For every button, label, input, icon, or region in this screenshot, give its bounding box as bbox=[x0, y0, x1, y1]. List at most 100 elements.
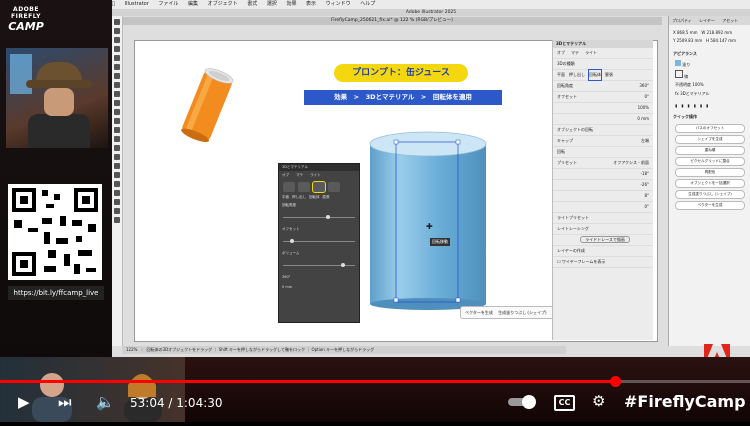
menu-item[interactable]: Illustrator bbox=[125, 1, 149, 7]
menu-item[interactable]: 表示 bbox=[306, 1, 316, 7]
menu-item[interactable]: 書式 bbox=[247, 1, 257, 7]
generative-fill-button[interactable]: 生成塗りつぶし (シェイプ) bbox=[675, 190, 745, 199]
revolve-type-button[interactable] bbox=[312, 181, 327, 193]
offset-path-button[interactable]: パスのオフセット bbox=[675, 124, 745, 133]
type-label[interactable]: 押し出し bbox=[569, 70, 585, 80]
align-bottom-icon[interactable]: ▮ bbox=[706, 103, 708, 108]
rotation-z-value[interactable]: 8° bbox=[644, 191, 649, 201]
zoom-level[interactable]: 122% bbox=[126, 347, 137, 352]
w-field[interactable]: 218.892 mm bbox=[707, 30, 733, 35]
type-label[interactable]: 平面 bbox=[557, 70, 565, 80]
play-icon[interactable]: ▶ bbox=[18, 393, 30, 411]
blue-cylinder[interactable] bbox=[364, 130, 492, 310]
tab-properties[interactable]: プロパティ bbox=[672, 18, 692, 23]
captions-button[interactable]: CC bbox=[554, 395, 575, 411]
preset-select[interactable]: オフアクシス - 前面 bbox=[613, 158, 649, 168]
generate-vector-button[interactable]: ベクターを生成 bbox=[465, 310, 493, 315]
select-same-button[interactable]: オブジェクトを一括選択 bbox=[675, 179, 745, 188]
gradient-tool-icon[interactable] bbox=[114, 145, 120, 151]
scale-tool-icon[interactable] bbox=[114, 118, 120, 124]
menu-item[interactable]: 選択 bbox=[267, 1, 277, 7]
next-icon[interactable]: ⏭ bbox=[58, 393, 72, 411]
volume-icon[interactable]: 🔈 bbox=[96, 393, 115, 411]
y-field[interactable]: 2509.83 mm bbox=[677, 38, 703, 43]
rotate-tool-icon[interactable] bbox=[114, 109, 120, 115]
direct-selection-tool-icon[interactable] bbox=[114, 28, 120, 34]
depth-value[interactable]: 0 mm bbox=[637, 114, 649, 124]
angle-value[interactable]: 360° bbox=[639, 81, 649, 91]
rectangle-tool-icon[interactable] bbox=[114, 73, 120, 79]
pen-tool-icon[interactable] bbox=[114, 37, 120, 43]
progress-scrubber[interactable] bbox=[610, 376, 621, 387]
fill-swatch[interactable] bbox=[675, 60, 681, 66]
recolor-button[interactable]: 再配色 bbox=[675, 168, 745, 177]
eyedropper-tool-icon[interactable] bbox=[114, 154, 120, 160]
line-tool-icon[interactable] bbox=[114, 64, 120, 70]
artboard-tool-icon[interactable] bbox=[114, 190, 120, 196]
align-center-icon[interactable]: ▮ bbox=[681, 103, 683, 108]
align-left-icon[interactable]: ▮ bbox=[675, 103, 677, 108]
zoom-tool-icon[interactable] bbox=[114, 208, 120, 214]
tab-assets[interactable]: アセット bbox=[722, 18, 738, 23]
menu-item[interactable]: 編集 bbox=[188, 1, 198, 7]
tab-material[interactable]: マテ bbox=[296, 173, 303, 177]
graph-tool-icon[interactable] bbox=[114, 181, 120, 187]
width-tool-icon[interactable] bbox=[114, 127, 120, 133]
stroke-swatch[interactable] bbox=[675, 70, 683, 78]
rotation-y-value[interactable]: -26° bbox=[640, 180, 649, 190]
settings-gear-icon[interactable]: ⚙ bbox=[592, 392, 605, 410]
pixel-grid-button[interactable]: ピクセルグリッドに整合 bbox=[675, 157, 745, 166]
menu-item[interactable]: ファイル bbox=[158, 1, 178, 7]
opacity-value[interactable]: 100% bbox=[692, 82, 703, 87]
blend-tool-icon[interactable] bbox=[114, 163, 120, 169]
symbol-tool-icon[interactable] bbox=[114, 172, 120, 178]
align-right-icon[interactable]: ▮ bbox=[687, 103, 689, 108]
eraser-tool-icon[interactable] bbox=[114, 100, 120, 106]
wireframe-checkbox[interactable]: ☐ bbox=[557, 259, 561, 264]
pencil-tool-icon[interactable] bbox=[114, 91, 120, 97]
tab-light[interactable]: ライト bbox=[585, 48, 597, 58]
menu-item[interactable]: ヘルプ bbox=[360, 1, 375, 7]
fill-stroke-icon[interactable] bbox=[114, 217, 120, 223]
generate-shape-button[interactable]: シェイプを生成 bbox=[675, 135, 745, 144]
extrude-type-button[interactable] bbox=[298, 182, 311, 192]
shape-builder-tool-icon[interactable] bbox=[114, 136, 120, 142]
rotation-x-value[interactable]: -18° bbox=[640, 169, 649, 179]
selection-tool-icon[interactable] bbox=[114, 19, 120, 25]
paintbrush-tool-icon[interactable] bbox=[114, 82, 120, 88]
menu-item[interactable]: ウィンドウ bbox=[326, 1, 351, 7]
tab-material[interactable]: マテ bbox=[571, 48, 579, 58]
curvature-tool-icon[interactable] bbox=[114, 46, 120, 52]
volume-value[interactable]: 100% bbox=[638, 103, 649, 113]
h-field[interactable]: 584.147 mm bbox=[710, 38, 736, 43]
volume-slider[interactable] bbox=[283, 263, 355, 267]
offset-value[interactable]: 0° bbox=[644, 92, 649, 102]
arrange-button[interactable]: 重ね順 bbox=[675, 146, 745, 155]
angle-slider[interactable] bbox=[283, 215, 355, 219]
x-field[interactable]: 868.5 mm bbox=[677, 30, 698, 35]
generative-fill-shape-button[interactable]: 生成塗りつぶし (シェイプ) bbox=[498, 310, 546, 315]
cap-value[interactable]: 左端 bbox=[641, 136, 649, 146]
type-label[interactable]: 回転体 bbox=[588, 69, 602, 81]
inflate-type-button[interactable] bbox=[328, 182, 341, 192]
tab-object[interactable]: オブ bbox=[282, 173, 289, 177]
generate-vector-button[interactable]: ベクターを生成 bbox=[675, 201, 745, 210]
perspective-value[interactable]: 0° bbox=[644, 202, 649, 212]
type-label[interactable]: 膨張 bbox=[605, 70, 613, 80]
menu-item[interactable]: オブジェクト bbox=[208, 1, 238, 7]
render-button[interactable]: ライドトレースで描画 bbox=[580, 236, 630, 243]
tab-layers[interactable]: レイヤー bbox=[699, 18, 715, 23]
offset-slider[interactable] bbox=[283, 239, 355, 243]
orange-can[interactable] bbox=[176, 64, 240, 148]
align-middle-icon[interactable]: ▮ bbox=[700, 103, 702, 108]
effect-link[interactable]: 3Dとマテリアル bbox=[680, 91, 710, 96]
align-top-icon[interactable]: ▮ bbox=[694, 103, 696, 108]
hand-tool-icon[interactable] bbox=[114, 199, 120, 205]
tab-object[interactable]: オブ bbox=[557, 48, 565, 58]
menu-item[interactable]: 効果 bbox=[286, 1, 296, 7]
apple-icon[interactable]:  bbox=[112, 1, 115, 7]
document-tab[interactable]: FireflyCamp_250621_fix.ai* @ 122 % (RGB/… bbox=[122, 17, 662, 25]
tab-light[interactable]: ライト bbox=[310, 173, 321, 177]
plane-type-button[interactable] bbox=[283, 182, 295, 192]
type-tool-icon[interactable] bbox=[114, 55, 120, 61]
